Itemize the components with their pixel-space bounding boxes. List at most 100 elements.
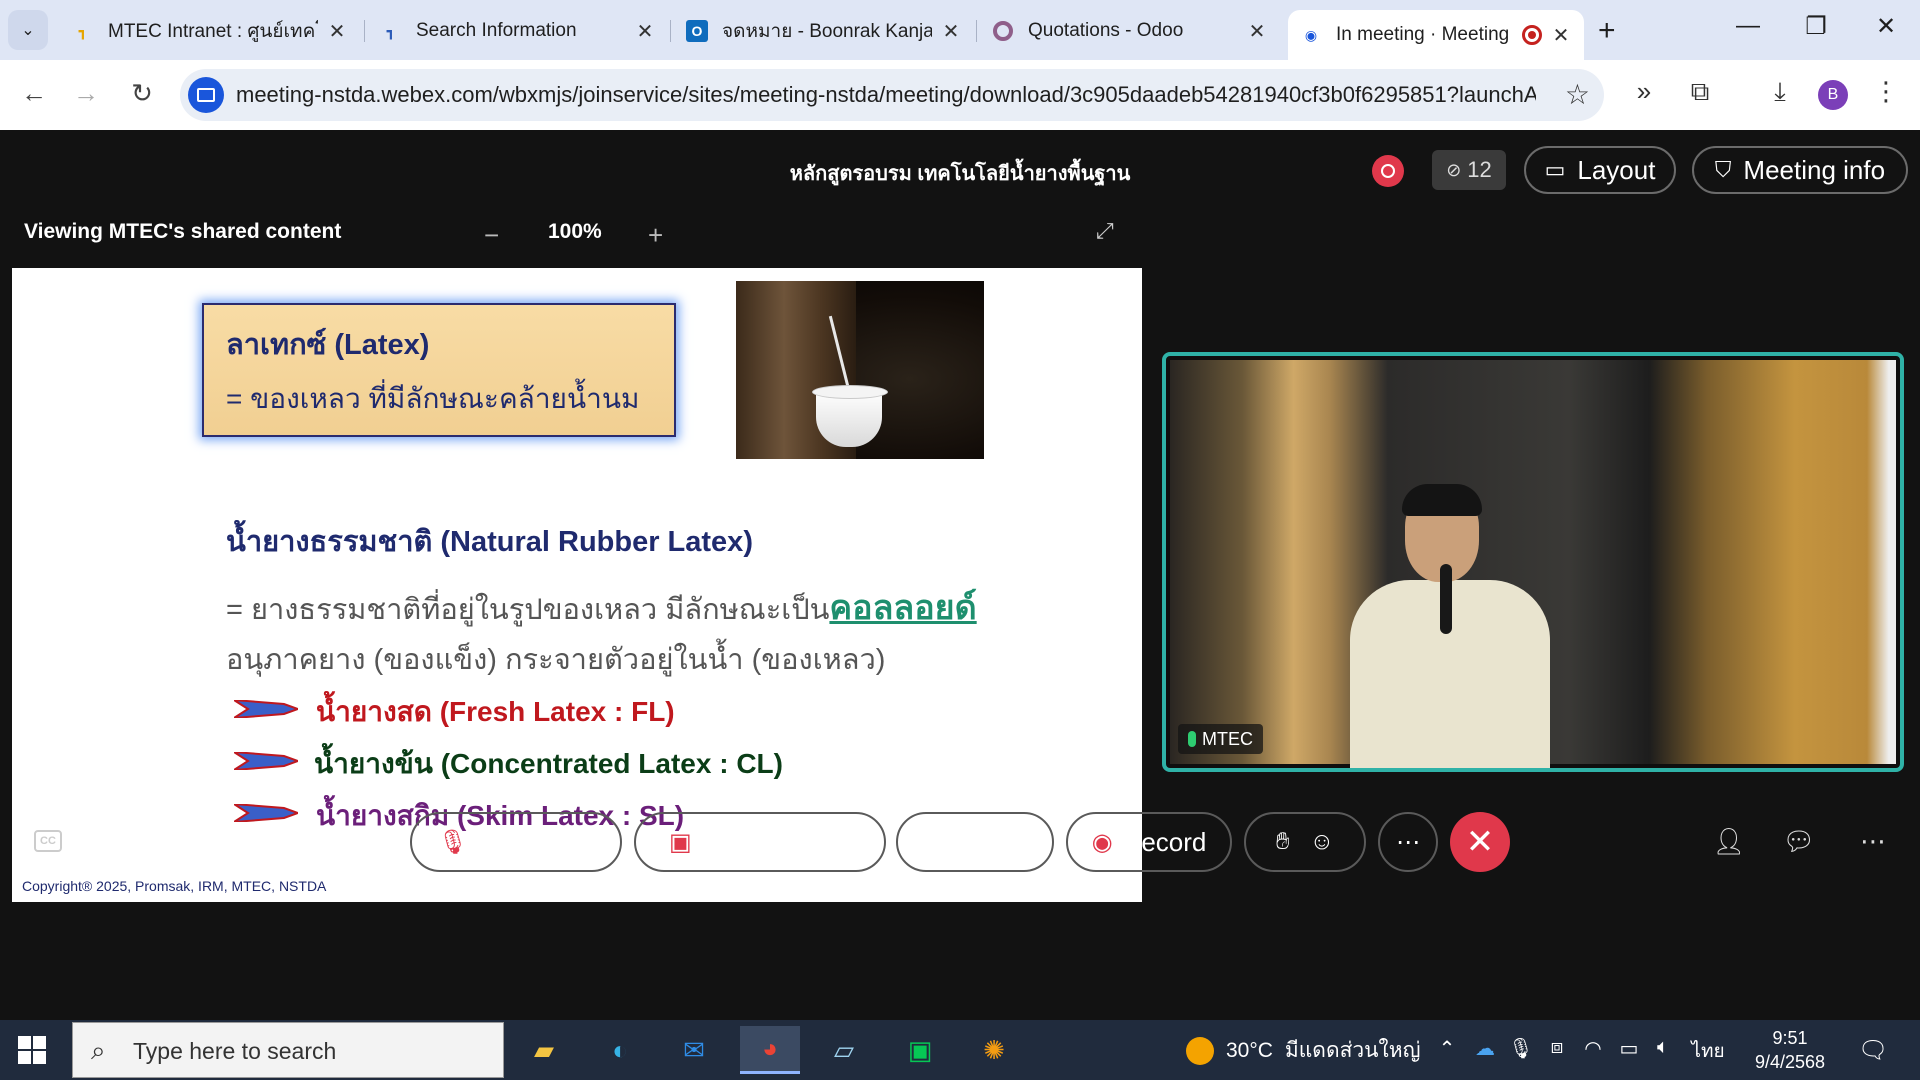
back-button[interactable]: ←: [16, 78, 52, 109]
tab-title: จดหมาย - Boonrak Kanjan: [722, 21, 932, 42]
tab-odoo-quotations[interactable]: Quotations - Odoo ✕: [980, 10, 1280, 52]
layout-button[interactable]: ▭ Layout: [1524, 146, 1676, 194]
new-tab-button[interactable]: +: [1598, 14, 1616, 48]
reaction-emoji-icon[interactable]: ☺: [1310, 828, 1335, 856]
tab-search-information[interactable]: ┓ Search Information ✕: [368, 10, 668, 52]
close-icon[interactable]: ✕: [326, 19, 348, 44]
edge-browser-icon[interactable]: ◐: [590, 1026, 650, 1074]
record-button[interactable]: ◉ Record: [1066, 812, 1232, 872]
chrome-app-icon[interactable]: ◕: [740, 1026, 800, 1074]
reload-button[interactable]: ↻: [124, 78, 160, 109]
reactions-group: ✋︎ ☺: [1244, 812, 1366, 872]
download-icon[interactable]: ⤓: [1760, 76, 1800, 108]
unmute-label: Unmute: [478, 826, 570, 857]
participants-icon[interactable]: 👤︎: [1712, 826, 1746, 857]
notepad-app-icon[interactable]: ▱: [814, 1026, 874, 1074]
leave-meeting-button[interactable]: ✕: [1450, 812, 1510, 872]
extensions-chevron-icon[interactable]: »: [1624, 76, 1664, 107]
bookmark-star-icon[interactable]: ☆: [1565, 78, 1590, 111]
file-explorer-icon[interactable]: ▰: [514, 1026, 574, 1074]
chat-icon[interactable]: 💬︎: [1782, 826, 1816, 857]
weather-widget[interactable]: 30°C มีแดดส่วนใหญ่: [1186, 1034, 1421, 1067]
zoom-out-button[interactable]: −: [484, 220, 499, 251]
minimize-button[interactable]: —: [1728, 12, 1768, 40]
unmute-button[interactable]: 🎙︎ Unmute ⌄: [410, 812, 622, 872]
close-window-button[interactable]: ✕: [1866, 12, 1906, 41]
close-icon[interactable]: ✕: [1550, 23, 1572, 48]
nrl-definition-line2: อนุภาคยาง (ของแข็ง) กระจายตัวอยู่ในน้ำ (…: [226, 644, 886, 676]
volume-icon[interactable]: 🔈︎: [1648, 1036, 1678, 1059]
layout-icon: ▭: [1544, 157, 1566, 182]
more-panels-icon[interactable]: ⋯: [1856, 826, 1890, 857]
windows-start-icon[interactable]: [18, 1036, 46, 1064]
tab-search-button[interactable]: ⌄: [8, 10, 48, 50]
screen-tray-icon[interactable]: ⧈: [1542, 1036, 1572, 1059]
start-video-label: Start video: [701, 826, 826, 857]
browser-menu-icon[interactable]: ⋮: [1866, 76, 1906, 107]
zoom-in-button[interactable]: +: [648, 220, 663, 251]
shared-slide: ลาเทกซ์ (Latex) = ของเหลว ที่มีลักษณะคล้…: [12, 268, 1142, 902]
arrow-bullet-icon: [234, 700, 298, 718]
restore-button[interactable]: ❐: [1796, 12, 1836, 41]
hidden-participants-badge[interactable]: ⊘ 12: [1432, 150, 1506, 190]
tray-expand-icon[interactable]: ⌃: [1432, 1036, 1462, 1061]
chevron-down-icon: ⌄: [21, 22, 35, 39]
microphone-tray-icon[interactable]: 🎙︎: [1506, 1036, 1536, 1061]
video-feed: [1170, 360, 1896, 768]
tab-webex-meeting[interactable]: ◉ In meeting · Meeting ✕: [1288, 10, 1584, 60]
eye-off-icon: ⊘: [1446, 159, 1462, 180]
forward-button[interactable]: →: [68, 78, 104, 109]
tab-separator: [976, 20, 977, 42]
microphone: [1440, 564, 1452, 634]
nrl-definition-line1: = ยางธรรมชาติที่อยู่ในรูปของเหลว มีลักษณ…: [226, 580, 977, 634]
share-button[interactable]: ⇪ Share: [896, 812, 1054, 872]
system-clock[interactable]: 9:51 9/4/2568: [1740, 1026, 1840, 1074]
layout-label: Layout: [1577, 154, 1656, 185]
profile-avatar[interactable]: B: [1818, 80, 1848, 110]
participant-name: MTEC: [1202, 728, 1253, 749]
wifi-icon[interactable]: ◠: [1578, 1036, 1608, 1061]
meeting-title: หลักสูตรอบรม เทคโนโลยีน้ำยางพื้นฐาน: [789, 163, 1131, 185]
ellipsis-icon: ⋯: [1396, 828, 1420, 856]
bullet-concentrated-latex: น้ำยางข้น (Concentrated Latex : CL): [314, 748, 783, 779]
onedrive-icon[interactable]: ☁: [1470, 1036, 1500, 1061]
tab-separator: [364, 20, 365, 42]
webex-site-icon[interactable]: [188, 77, 224, 113]
line-app-icon[interactable]: ▣: [890, 1026, 950, 1074]
meeting-info-button[interactable]: ⛉ Meeting info: [1692, 146, 1908, 194]
fullscreen-icon[interactable]: ⤢: [1096, 218, 1120, 243]
chevron-down-icon[interactable]: ⌄: [579, 832, 594, 853]
share-screen-icon: ⇪: [925, 828, 946, 856]
battery-icon[interactable]: ▭: [1614, 1036, 1644, 1061]
tab-title: MTEC Intranet : ศูนย์เทคโนโ: [108, 21, 318, 42]
tab-mtec-intranet[interactable]: ┓ MTEC Intranet : ศูนย์เทคโนโ ✕: [60, 10, 360, 52]
app-icon[interactable]: ✺: [964, 1026, 1024, 1074]
tab-outlook-mail[interactable]: O จดหมาย - Boonrak Kanjan ✕: [674, 10, 974, 52]
chevron-down-icon[interactable]: ⌄: [836, 832, 851, 853]
recording-indicator-icon[interactable]: [1372, 155, 1404, 187]
webex-favicon-icon: ◉: [1304, 26, 1318, 43]
close-icon[interactable]: ✕: [634, 19, 656, 44]
input-language[interactable]: ไทย: [1690, 1036, 1726, 1066]
share-label: Share: [955, 826, 1025, 857]
raise-hand-icon[interactable]: ✋︎: [1276, 828, 1290, 856]
search-info-favicon-icon: ┓: [386, 22, 396, 39]
record-label: Record: [1122, 826, 1207, 857]
taskbar-search-box[interactable]: ⌕ Type here to search: [72, 1022, 504, 1078]
notification-icon[interactable]: 🗨︎: [1858, 1036, 1888, 1065]
address-bar[interactable]: meeting-nstda.webex.com/wbxmjs/joinservi…: [180, 69, 1604, 121]
speaker-figure: [1320, 484, 1580, 768]
start-video-button[interactable]: ▣ Start video ⌄: [634, 812, 886, 872]
meeting-info-label: Meeting info: [1743, 154, 1886, 185]
close-icon[interactable]: ✕: [940, 19, 962, 44]
extensions-puzzle-icon[interactable]: ⧉: [1680, 76, 1720, 108]
odoo-favicon-icon: [992, 20, 1014, 42]
search-icon: ⌕: [91, 1035, 106, 1065]
participant-video-tile[interactable]: MTEC: [1162, 352, 1904, 772]
closed-captions-button[interactable]: CC: [34, 830, 62, 852]
more-options-button[interactable]: ⋯: [1378, 812, 1438, 872]
close-icon: ✕: [1465, 823, 1495, 861]
url-text[interactable]: meeting-nstda.webex.com/wbxmjs/joinservi…: [236, 82, 1536, 108]
outlook-app-icon[interactable]: ✉︎: [664, 1026, 724, 1074]
close-icon[interactable]: ✕: [1246, 19, 1268, 44]
